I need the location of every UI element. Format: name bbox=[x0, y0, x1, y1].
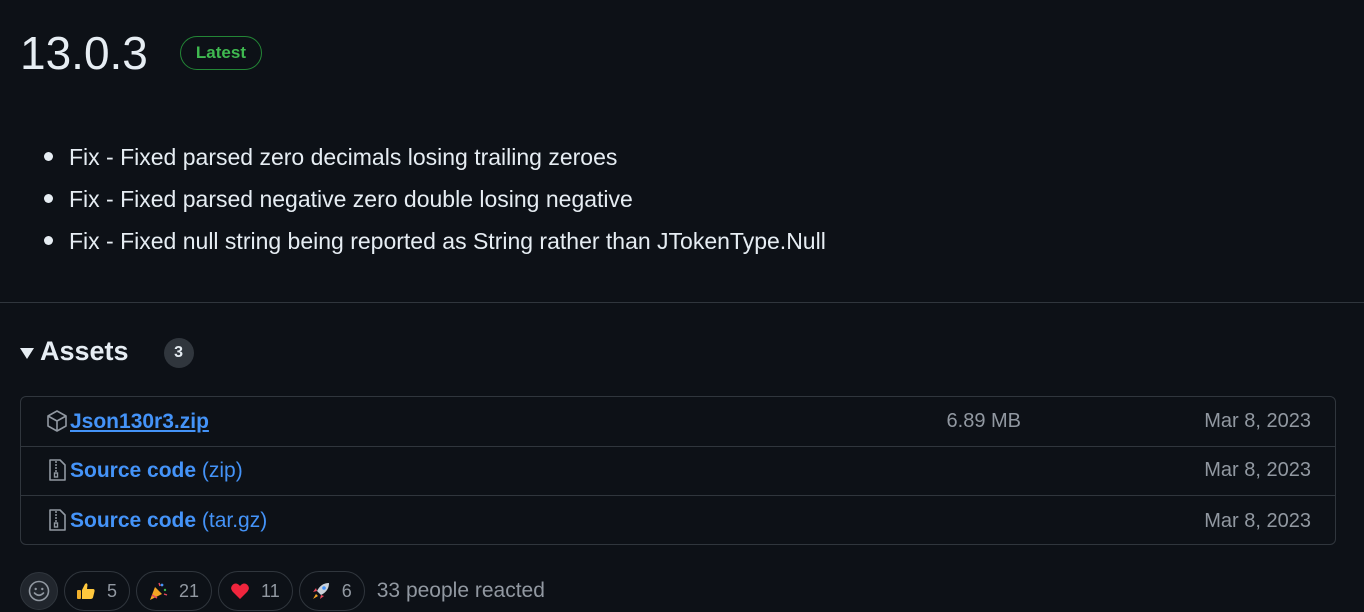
asset-link-name: Source code bbox=[70, 509, 197, 532]
reaction-count: 6 bbox=[341, 580, 352, 601]
asset-date: Mar 8, 2023 bbox=[1204, 509, 1311, 532]
reaction-heart[interactable]: 11 bbox=[218, 571, 293, 611]
reaction-count: 5 bbox=[107, 580, 118, 601]
reaction-party[interactable]: 21 bbox=[136, 571, 213, 611]
smiley-icon bbox=[28, 580, 50, 602]
reaction-count: 11 bbox=[261, 580, 280, 601]
reaction-count: 21 bbox=[179, 580, 200, 601]
caret-down-icon bbox=[20, 347, 34, 359]
heart-icon bbox=[231, 583, 249, 599]
asset-link[interactable]: Source code (zip) bbox=[70, 459, 243, 483]
release-note-item: Fix - Fixed parsed negative zero double … bbox=[44, 178, 826, 220]
asset-date: Mar 8, 2023 bbox=[1204, 410, 1311, 432]
bullet-icon bbox=[44, 152, 53, 161]
release-note-item: Fix - Fixed null string being reported a… bbox=[44, 220, 826, 262]
release-note-item: Fix - Fixed parsed zero decimals losing … bbox=[44, 136, 826, 178]
asset-size: 6.89 MB bbox=[946, 410, 1021, 432]
asset-row: Source code (zip) Mar 8, 2023 bbox=[21, 446, 1335, 496]
bullet-icon bbox=[44, 194, 53, 203]
asset-row: Json130r3.zip 6.89 MB Mar 8, 2023 bbox=[21, 397, 1335, 447]
section-divider bbox=[0, 302, 1364, 303]
reactions-summary: 33 people reacted bbox=[376, 579, 545, 602]
asset-link-suffix: (zip) bbox=[196, 458, 243, 482]
release-version[interactable]: 13.0.3 bbox=[20, 26, 148, 80]
release-note-text: Fix - Fixed parsed negative zero double … bbox=[69, 186, 633, 212]
assets-count-badge: 3 bbox=[163, 338, 194, 368]
asset-link-suffix: (tar.gz) bbox=[196, 509, 268, 532]
thumbs-up-icon bbox=[77, 583, 95, 599]
package-icon bbox=[47, 410, 67, 432]
assets-title: Assets bbox=[40, 335, 129, 366]
assets-list: Json130r3.zip 6.89 MB Mar 8, 2023 Source… bbox=[20, 396, 1336, 545]
release-note-text: Fix - Fixed parsed zero decimals losing … bbox=[69, 144, 618, 170]
latest-badge: Latest bbox=[179, 36, 262, 70]
release-header: 13.0.3 Latest bbox=[20, 26, 262, 80]
file-zip-icon bbox=[49, 509, 66, 531]
asset-row: Source code (tar.gz) Mar 8, 2023 bbox=[21, 496, 1335, 546]
reaction-rocket[interactable]: 6 bbox=[298, 571, 365, 611]
reaction-thumbs-up[interactable]: 5 bbox=[64, 571, 131, 611]
asset-link-name: Json130r3.zip bbox=[70, 409, 209, 433]
reactions-bar: 5 21 11 6 33 people reacted bbox=[20, 571, 545, 611]
asset-link[interactable]: Json130r3.zip bbox=[70, 410, 209, 434]
file-zip-icon bbox=[49, 459, 66, 481]
asset-link-name: Source code bbox=[70, 458, 197, 482]
release-note-text: Fix - Fixed null string being reported a… bbox=[69, 228, 826, 254]
bullet-icon bbox=[44, 236, 53, 245]
asset-link[interactable]: Source code (tar.gz) bbox=[70, 509, 267, 533]
asset-date: Mar 8, 2023 bbox=[1204, 459, 1311, 481]
party-popper-icon bbox=[150, 582, 168, 600]
release-notes: Fix - Fixed parsed zero decimals losing … bbox=[44, 136, 826, 262]
add-reaction-button[interactable] bbox=[20, 572, 58, 610]
assets-toggle[interactable]: Assets 3 bbox=[20, 334, 194, 368]
rocket-icon bbox=[312, 583, 329, 599]
